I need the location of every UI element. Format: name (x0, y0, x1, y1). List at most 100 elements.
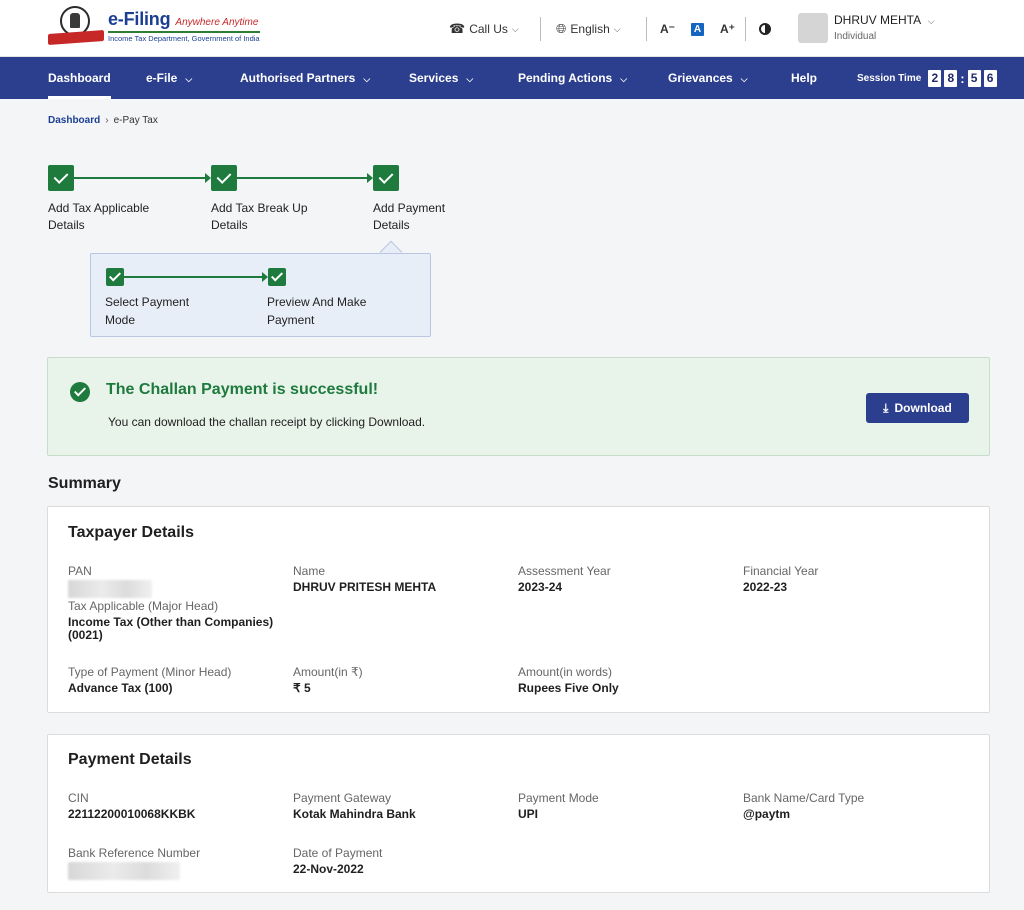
substep-connector (124, 272, 268, 282)
major-head-label: Tax Applicable (Major Head) (68, 599, 219, 613)
payment-date-value: 22-Nov-2022 (293, 862, 364, 876)
cin-field: CIN 22112200010068KKBK (68, 791, 278, 821)
pan-field: PAN (68, 564, 278, 578)
nav-dashboard-label: Dashboard (48, 71, 111, 85)
nav-efile-label: e-File (146, 71, 178, 85)
header-divider (646, 17, 647, 41)
breadcrumb: Dashboard › e-Pay Tax (48, 115, 158, 126)
bank-name-value: @paytm (743, 807, 791, 821)
chevron-down-icon: ⌵ (740, 74, 748, 84)
step-label-tax-breakup: Add Tax Break Up Details (211, 201, 308, 232)
bank-reference-label: Bank Reference Number (68, 846, 201, 860)
top-header: e-Filing Anywhere Anytime Income Tax Dep… (0, 0, 1024, 57)
font-size-controls: A⁻ A A⁺ (660, 15, 735, 43)
substep-label-payment-mode: Select Payment Mode (105, 295, 190, 327)
nav-grievances[interactable]: Grievances ⌵ (668, 57, 748, 99)
minor-head-field: Type of Payment (Minor Head) Advance Tax… (68, 665, 278, 695)
user-menu[interactable]: DHRUV MEHTA ⌵ Individual (798, 13, 935, 43)
nav-authorised-partners[interactable]: Authorised Partners ⌵ (240, 57, 370, 99)
bank-reference-field: Bank Reference Number (68, 846, 278, 860)
nav-help-label: Help (791, 71, 818, 85)
name-field: Name DHRUV PRITESH MEHTA (293, 564, 503, 594)
nav-pending-actions[interactable]: Pending Actions ⌵ (518, 57, 627, 99)
efiling-logo[interactable]: e-Filing Anywhere Anytime Income Tax Dep… (48, 6, 260, 46)
pan-value-redacted (68, 580, 152, 598)
nav-services[interactable]: Services ⌵ (409, 57, 473, 99)
assessment-year-value: 2023-24 (518, 580, 563, 594)
header-divider (540, 17, 541, 41)
session-colon: : (960, 70, 965, 86)
step-complete-check-icon (48, 165, 74, 191)
session-digit: 5 (967, 69, 981, 87)
download-icon: ⤓ (883, 400, 889, 415)
breadcrumb-dashboard-link[interactable]: Dashboard (48, 115, 100, 126)
download-button[interactable]: ⤓ Download (866, 393, 969, 423)
call-us-dropdown[interactable]: ☎ Call Us ⌵ (449, 15, 519, 43)
language-dropdown[interactable]: 🌐︎ English ⌵ (556, 15, 621, 43)
breadcrumb-current: e-Pay Tax (113, 115, 158, 126)
bank-name-field: Bank Name/Card Type @paytm (743, 791, 953, 821)
step-complete-check-icon (211, 165, 237, 191)
contrast-icon (759, 23, 771, 35)
main-nav: Dashboard e-File ⌵ Authorised Partners ⌵ S… (0, 57, 1024, 99)
payment-mode-label: Payment Mode (518, 791, 599, 805)
nav-grievances-label: Grievances (668, 71, 733, 85)
chevron-down-icon: ⌵ (185, 74, 193, 84)
chevron-down-icon: ⌵ (927, 16, 935, 26)
substep-complete-check-icon (268, 268, 286, 286)
default-font-button[interactable]: A (691, 22, 704, 36)
minor-head-label: Type of Payment (Minor Head) (68, 665, 232, 679)
session-digit: 2 (928, 69, 942, 87)
taxpayer-details-card: Taxpayer Details PAN Name DHRUV PRITESH … (47, 506, 990, 713)
payment-gateway-label: Payment Gateway (293, 791, 392, 805)
user-role: Individual (834, 31, 877, 42)
payment-date-field: Date of Payment 22-Nov-2022 (293, 846, 503, 876)
nav-pending-actions-label: Pending Actions (518, 71, 613, 85)
nav-authorised-partners-label: Authorised Partners (240, 71, 356, 85)
name-label: Name (293, 564, 326, 578)
payment-mode-field: Payment Mode UPI (518, 791, 728, 821)
payment-details-title: Payment Details (68, 751, 192, 768)
assessment-year-label: Assessment Year (518, 564, 611, 578)
step-connector (74, 173, 211, 183)
payment-date-label: Date of Payment (293, 846, 383, 860)
assessment-year-field: Assessment Year 2023-24 (518, 564, 728, 594)
bank-name-label: Bank Name/Card Type (743, 791, 865, 805)
major-head-field: Tax Applicable (Major Head) Income Tax (… (68, 599, 278, 642)
financial-year-label: Financial Year (743, 564, 819, 578)
payment-gateway-value: Kotak Mahindra Bank (293, 807, 416, 821)
chevron-down-icon: ⌵ (466, 74, 474, 84)
call-us-label: Call Us (469, 22, 508, 36)
increase-font-button[interactable]: A⁺ (720, 22, 735, 36)
minor-head-value: Advance Tax (100) (68, 681, 173, 695)
cin-label: CIN (68, 791, 89, 805)
nav-services-label: Services (409, 71, 459, 85)
globe-icon: 🌐︎ (556, 21, 567, 36)
success-message: You can download the challan receipt by … (108, 415, 426, 429)
session-label: Session Time (857, 72, 922, 84)
nav-help[interactable]: Help (791, 57, 817, 99)
decrease-font-button[interactable]: A⁻ (660, 22, 675, 36)
cin-value: 22112200010068KKBK (68, 807, 196, 821)
pan-label: PAN (68, 564, 92, 578)
chevron-down-icon: ⌵ (363, 74, 371, 84)
major-head-value: Income Tax (Other than Companies) (0021) (68, 615, 274, 642)
bank-reference-value-redacted (68, 862, 180, 880)
user-name: DHRUV MEHTA (834, 13, 921, 27)
taxpayer-details-title: Taxpayer Details (68, 524, 194, 541)
download-button-label: Download (894, 401, 952, 415)
summary-heading: Summary (48, 475, 121, 492)
step-label-tax-applicable: Add Tax Applicable Details (48, 201, 150, 232)
session-digit: 8 (944, 69, 958, 87)
language-label: English (570, 22, 610, 36)
contrast-toggle[interactable] (759, 15, 771, 43)
logo-tagline: Anywhere Anytime (175, 17, 259, 28)
logo-subtitle: Income Tax Department, Government of Ind… (108, 31, 260, 43)
step-complete-check-icon (373, 165, 399, 191)
payment-details-card: Payment Details CIN 22112200010068KKBK P… (47, 734, 990, 893)
nav-efile[interactable]: e-File ⌵ (146, 57, 192, 99)
session-timer: Session Time 2 8 : 5 6 (857, 57, 997, 99)
chevron-right-icon: › (105, 115, 109, 126)
nav-dashboard[interactable]: Dashboard (48, 57, 111, 99)
financial-year-field: Financial Year 2022-23 (743, 564, 953, 594)
